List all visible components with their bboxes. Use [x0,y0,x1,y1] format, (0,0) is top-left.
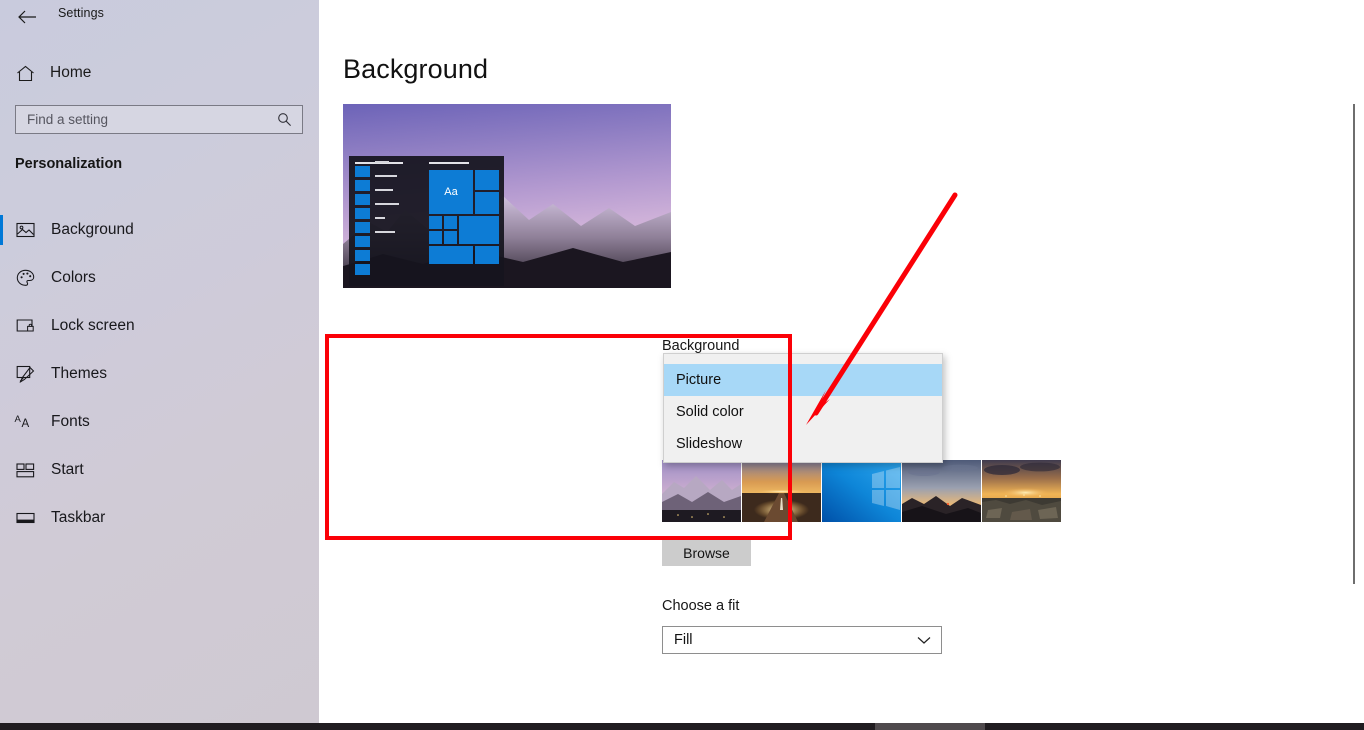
sidebar-item-label: Background [51,221,134,238]
sidebar-item-lock-screen[interactable]: Lock screen [0,302,319,350]
dropdown-option-slideshow[interactable]: Slideshow [664,428,942,460]
thumbnail-snowy-mountain-dusk[interactable] [662,460,741,522]
palette-icon [14,267,36,289]
home-icon [14,62,36,84]
browse-button[interactable]: Browse [662,540,751,566]
desktop-taskbar-strip [0,723,1364,730]
svg-text:A: A [22,418,30,430]
main-content: Background Aa Background Picture Solid c… [319,0,1364,723]
lock-screen-icon [14,315,36,337]
tile [459,216,499,244]
sidebar-item-taskbar[interactable]: Taskbar [0,494,319,542]
selection-indicator [0,215,3,245]
sidebar-item-themes[interactable]: Themes [0,350,319,398]
dropdown-top-spacer [664,354,942,364]
window-titlebar-left: Settings [0,0,319,32]
page-title: Background [343,54,489,84]
choose-a-fit-label: Choose a fit [662,598,740,614]
search-input[interactable] [16,105,269,134]
start-icon [14,459,36,481]
tile [429,231,442,244]
sidebar-item-label: Lock screen [51,317,135,334]
background-type-dropdown-list[interactable]: Picture Solid color Slideshow [663,353,943,463]
sidebar-item-home[interactable]: Home [0,58,319,88]
svg-text:A: A [15,414,22,425]
picture-icon [14,219,36,241]
sidebar-item-label: Fonts [51,413,90,430]
sidebar-item-label: Start [51,461,84,478]
preview-start-menu: Aa [349,156,504,286]
start-menu-tiles: Aa [429,170,499,282]
navigation-sidebar: Settings Home Personalization [0,0,319,723]
background-field-label: Background [662,338,740,354]
chevron-down-icon[interactable] [917,636,931,645]
tile [475,246,499,264]
tile [444,231,457,244]
back-arrow-icon[interactable] [12,4,42,30]
app-title: Settings [58,6,104,20]
tile [475,192,499,214]
sidebar-item-colors[interactable]: Colors [0,254,319,302]
search-input-wrapper[interactable] [15,105,303,134]
start-menu-divider [429,162,469,164]
dropdown-option-picture[interactable]: Picture [664,364,942,396]
sidebar-item-label: Taskbar [51,509,106,526]
taskbar-highlight [875,723,985,730]
taskbar-icon [14,507,36,529]
sidebar-item-background[interactable]: Background [0,206,319,254]
sidebar-item-label: Colors [51,269,96,286]
tile [475,170,499,190]
tile [429,216,442,229]
recent-images-list [662,460,1061,522]
tile-aa: Aa [429,170,473,214]
sidebar-item-start[interactable]: Start [0,446,319,494]
thumbnail-desert-mountain-dawn[interactable] [902,460,981,522]
tile [429,246,473,264]
dropdown-option-solid-color[interactable]: Solid color [664,396,942,428]
thumbnail-sunset-road[interactable] [742,460,821,522]
thumbnail-windows-blue-logo[interactable] [822,460,901,522]
home-label: Home [50,64,92,81]
sidebar-item-label: Themes [51,365,107,382]
sidebar-item-fonts[interactable]: A A Fonts [0,398,319,446]
start-menu-app-rail [355,166,371,284]
choose-a-fit-select[interactable]: Fill [662,626,942,654]
sidebar-nav-list: Background Colors Lock screen Themes A A… [0,206,319,542]
background-preview: Aa [343,104,671,288]
themes-icon [14,363,36,385]
start-menu-app-labels [375,161,415,245]
thumbnail-coastal-sunset-rocks[interactable] [982,460,1061,522]
search-icon[interactable] [276,112,292,128]
vertical-scrollbar[interactable] [1353,104,1355,584]
tile [444,216,457,229]
settings-window: Settings Home Personalization [0,0,1364,730]
fonts-icon: A A [14,411,36,433]
sidebar-section-header: Personalization [15,156,123,172]
choose-a-fit-value: Fill [674,632,693,648]
